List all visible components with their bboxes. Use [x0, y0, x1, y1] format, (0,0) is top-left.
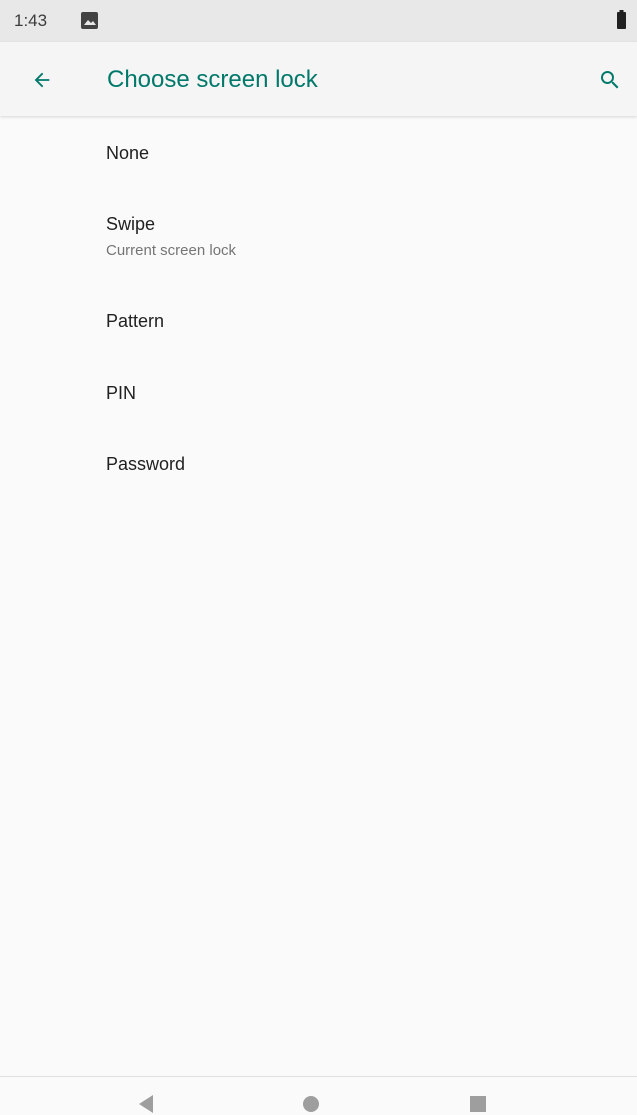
image-icon — [81, 12, 98, 29]
option-title: Swipe — [106, 214, 156, 234]
back-button[interactable] — [24, 62, 60, 98]
search-icon — [601, 71, 619, 89]
navigation-bar — [0, 1076, 637, 1114]
nav-recents-icon[interactable] — [469, 1095, 487, 1113]
nav-home-icon[interactable] — [302, 1095, 320, 1113]
option-password[interactable]: Password — [0, 428, 637, 500]
option-none[interactable]: None — [0, 116, 637, 188]
option-title: Password — [106, 454, 186, 474]
arrow-back-icon — [34, 72, 50, 88]
option-title: None — [106, 143, 150, 163]
app-bar: Choose screen lock — [0, 42, 637, 116]
page-title: Choose screen lock — [107, 66, 318, 93]
battery-icon — [617, 10, 626, 29]
option-title: Pattern — [106, 311, 165, 331]
option-subtitle: Current screen lock — [106, 242, 237, 259]
option-swipe[interactable]: Swipe Current screen lock — [0, 188, 637, 284]
option-title: PIN — [106, 383, 137, 403]
search-button[interactable] — [592, 62, 628, 98]
option-pin[interactable]: PIN — [0, 356, 637, 428]
option-pattern[interactable]: Pattern — [0, 284, 637, 356]
status-bar: 1:43 — [0, 0, 637, 42]
status-time: 1:43 — [14, 11, 48, 30]
nav-back-icon[interactable] — [135, 1093, 157, 1115]
